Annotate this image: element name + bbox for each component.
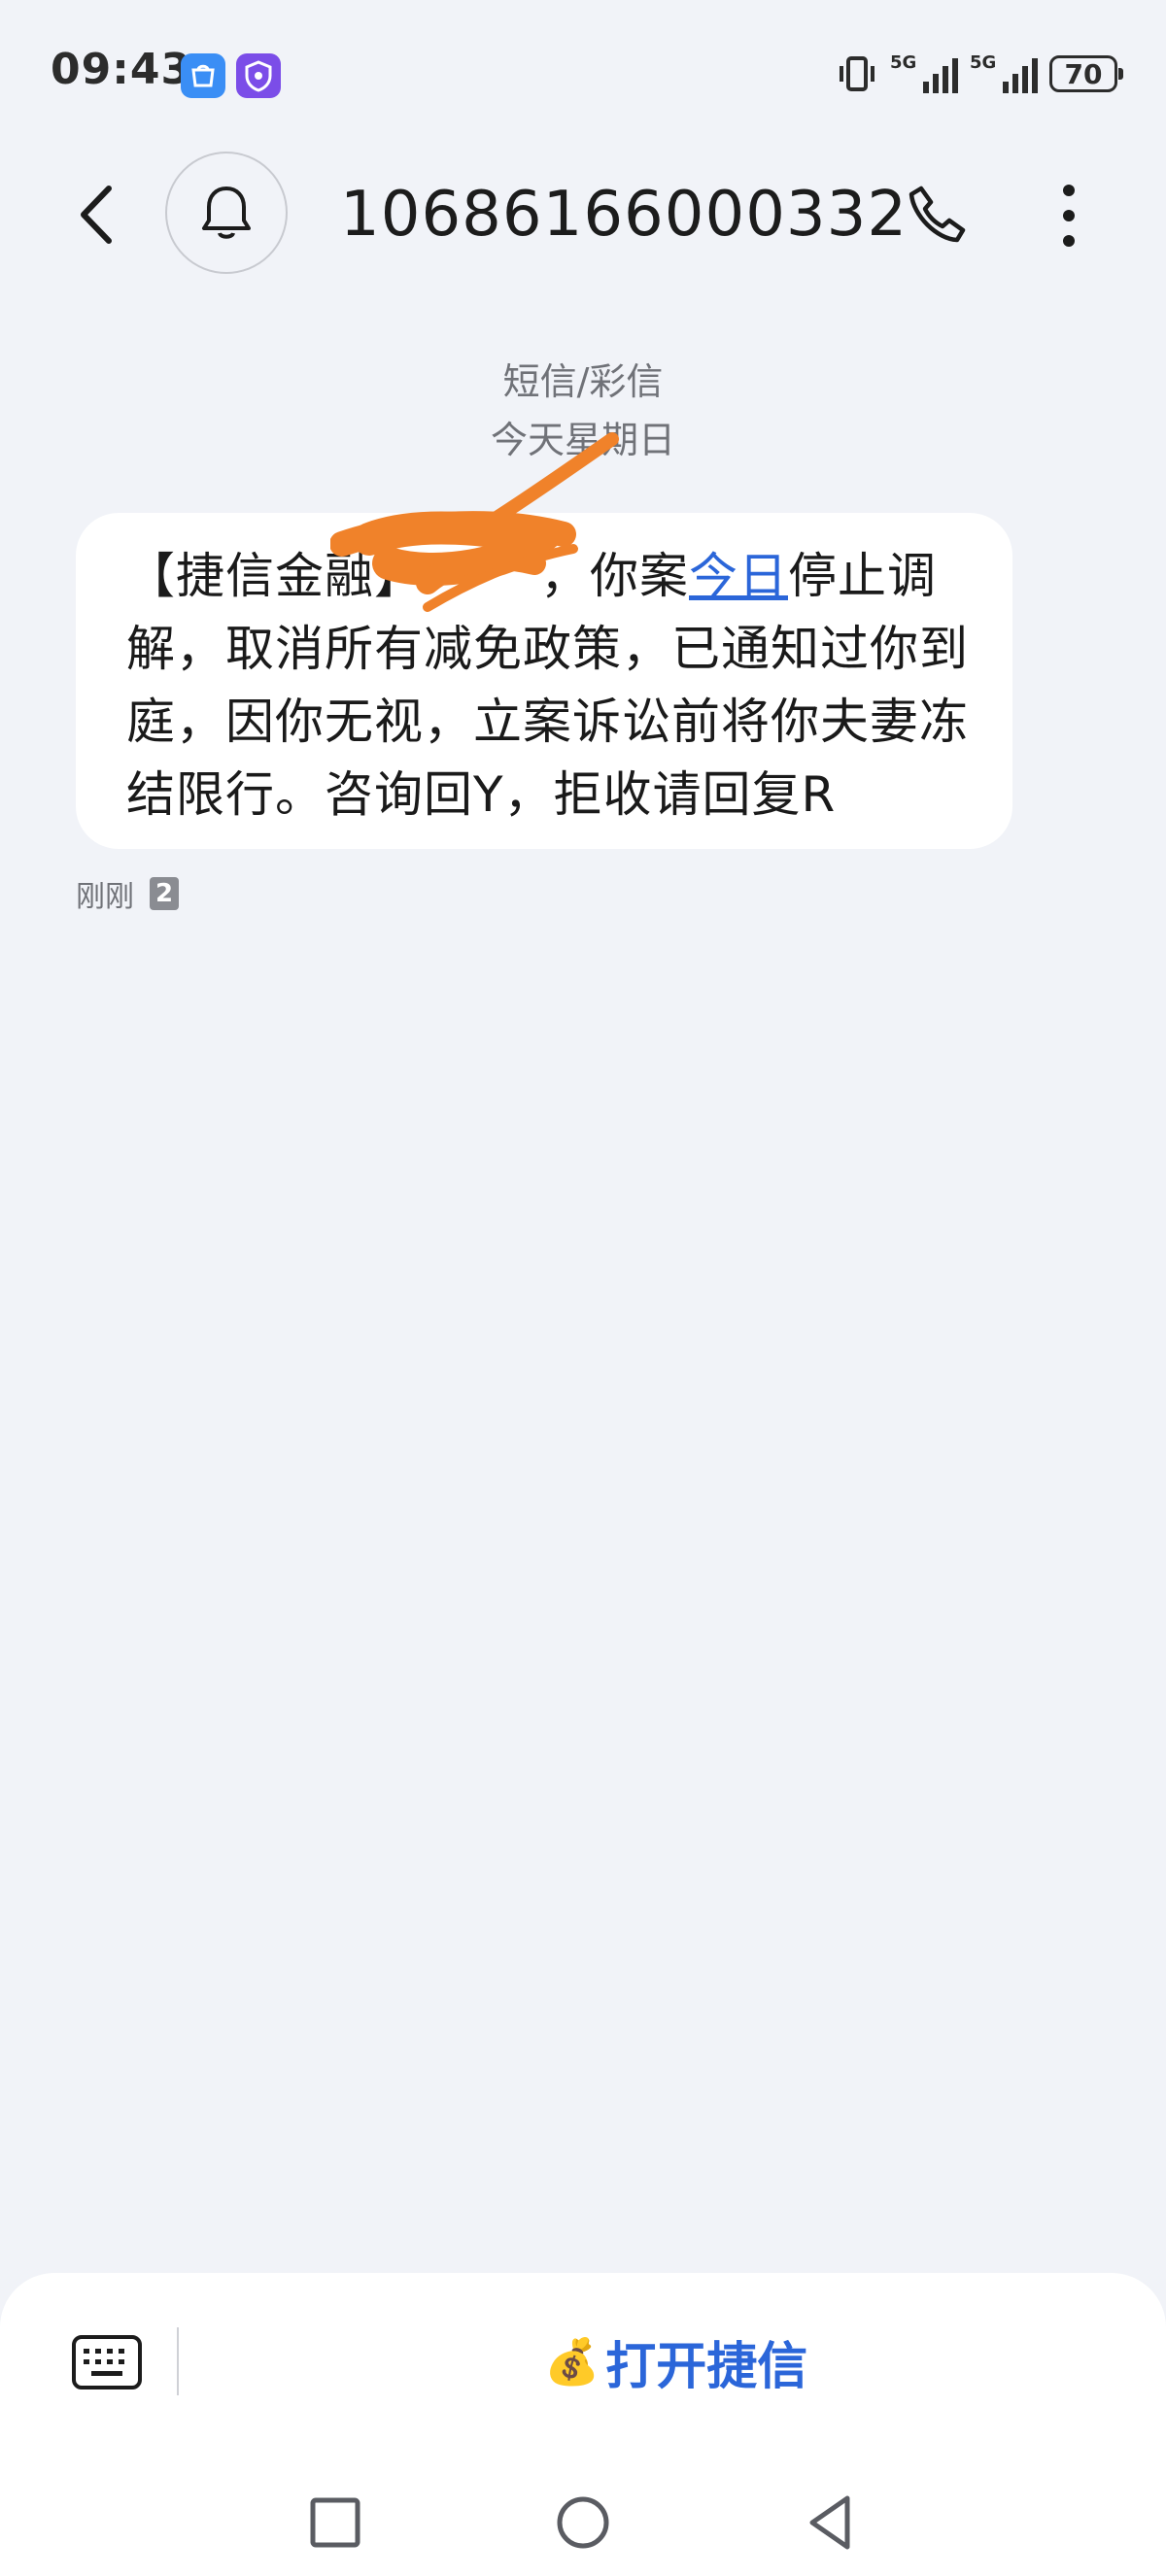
conversation-header: 10686166000332 — [0, 146, 1166, 282]
home-button[interactable] — [549, 2489, 617, 2557]
square-icon — [310, 2497, 360, 2548]
more-vertical-icon — [1063, 185, 1075, 247]
open-jiexin-label: 打开捷信 — [605, 2338, 808, 2396]
status-time: 09:43 — [51, 45, 192, 94]
contact-number: 10686166000332 — [340, 179, 909, 251]
triangle-back-icon — [809, 2495, 850, 2550]
signal-5g-sim2-icon: 5G — [970, 52, 1038, 93]
status-bar: 09:43 5G 5G 70 — [0, 0, 1166, 146]
circle-icon — [557, 2496, 609, 2549]
app-store-icon — [181, 53, 225, 98]
message-meta: 刚刚 2 — [76, 872, 179, 915]
security-shield-icon — [236, 53, 281, 98]
money-bag-icon: 💰 — [544, 2335, 600, 2388]
back-button[interactable] — [70, 181, 128, 249]
keyboard-icon — [72, 2335, 142, 2390]
more-options-button[interactable] — [1049, 179, 1088, 253]
status-icons: 5G 5G 70 — [836, 49, 1123, 99]
bell-icon — [202, 186, 251, 239]
open-jiexin-button[interactable]: 💰 打开捷信 — [544, 2325, 807, 2398]
keyboard-button[interactable] — [70, 2331, 144, 2393]
back-arrow-icon — [81, 186, 112, 244]
contact-avatar[interactable] — [165, 152, 288, 274]
divider — [177, 2327, 179, 2395]
signal-5g-sim1-icon: 5G — [890, 52, 958, 93]
message-text: 【捷信金融】 ，你案今日停止调解，取消所有减免政策，已通知过你到庭，因你无视，立案… — [126, 548, 969, 823]
recent-apps-button[interactable] — [301, 2489, 369, 2557]
sim-badge: 2 — [150, 877, 179, 910]
navigation-bar — [0, 2467, 1166, 2576]
phone-icon — [909, 186, 966, 243]
back-nav-button[interactable] — [797, 2489, 865, 2557]
date-link[interactable]: 今日 — [689, 548, 788, 604]
call-button[interactable] — [904, 181, 972, 249]
message-time: 刚刚 — [76, 880, 134, 914]
battery-indicator: 70 — [1049, 55, 1123, 92]
message-bubble[interactable]: 【捷信金融】 ，你案今日停止调解，取消所有减免政策，已通知过你到庭，因你无视，立案… — [76, 513, 1012, 849]
vibrate-icon — [840, 56, 874, 91]
date-label: 今天星期日 — [490, 419, 675, 461]
message-type-label: 短信/彩信 — [502, 360, 664, 403]
